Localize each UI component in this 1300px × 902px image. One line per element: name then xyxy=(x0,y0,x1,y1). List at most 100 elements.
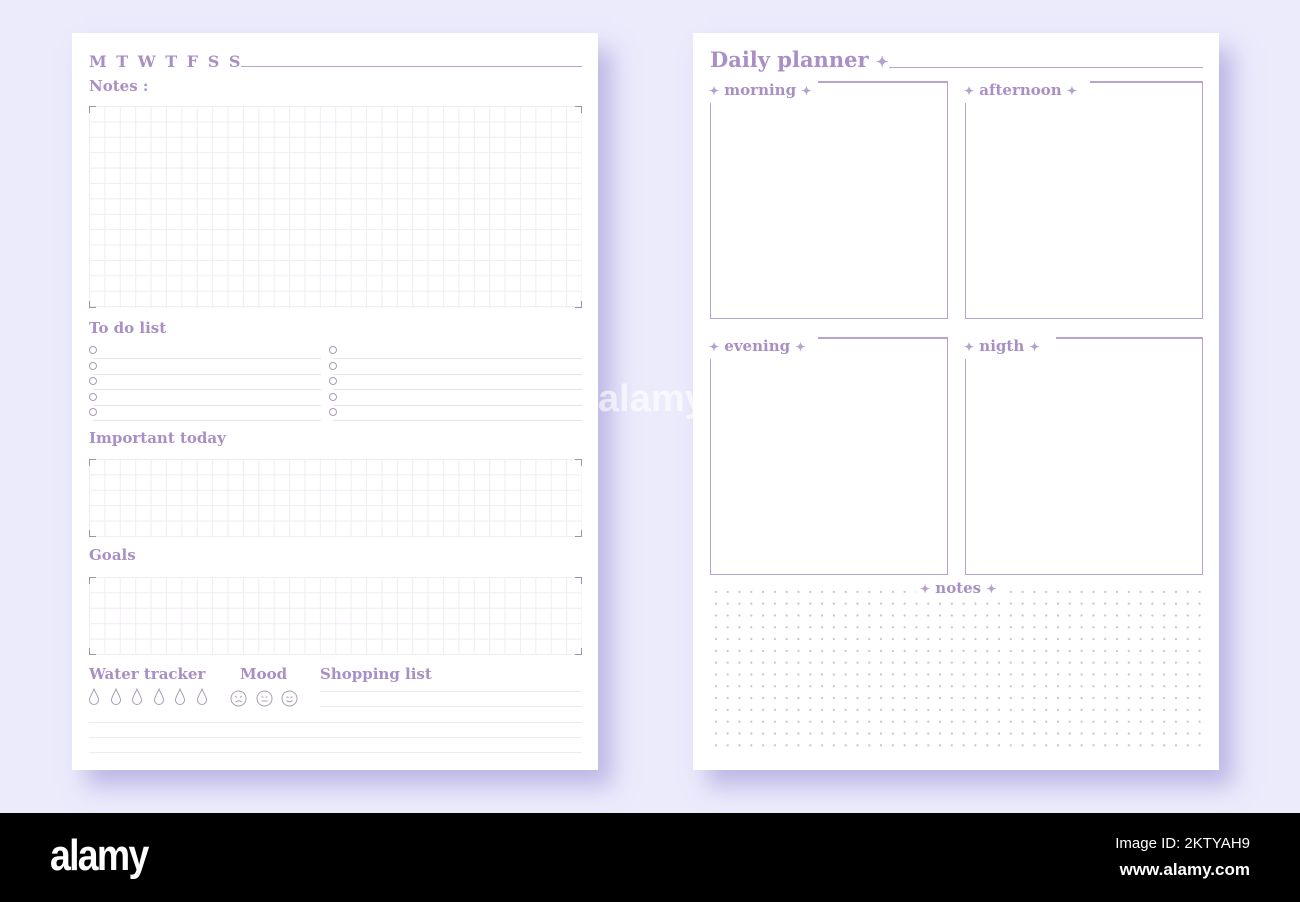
todo-item[interactable] xyxy=(329,406,582,421)
section-box-evening[interactable] xyxy=(710,359,948,575)
todo-item[interactable] xyxy=(89,375,321,390)
happy-face-icon[interactable] xyxy=(281,690,298,707)
corner-mark xyxy=(575,577,582,584)
site-url: www.alamy.com xyxy=(1119,860,1250,879)
left-planner-page: M T W T F S S Notes : To do list Importa… xyxy=(72,33,598,770)
mood-heading: Mood xyxy=(240,665,288,683)
section-top-rule xyxy=(818,81,948,83)
corner-mark xyxy=(89,106,96,113)
sparkle-icon: ✦ xyxy=(875,53,889,71)
section-top-rule xyxy=(1056,337,1203,339)
todo-item[interactable] xyxy=(329,391,582,406)
checkbox-circle-icon[interactable] xyxy=(89,346,97,354)
shopping-line[interactable] xyxy=(320,691,582,692)
water-drop-icon[interactable] xyxy=(174,688,186,706)
shopping-line[interactable] xyxy=(89,722,582,723)
goals-grid[interactable] xyxy=(89,577,582,655)
sparkle-icon: ✦ xyxy=(709,84,720,98)
section-right-edge xyxy=(946,337,948,361)
corner-mark xyxy=(89,577,96,584)
water-drop-icon[interactable] xyxy=(196,688,208,706)
checkbox-circle-icon[interactable] xyxy=(329,346,337,354)
date-line[interactable] xyxy=(241,66,582,67)
notes-grid[interactable] xyxy=(89,106,582,308)
sparkle-icon: ✦ xyxy=(795,340,806,354)
date-line[interactable] xyxy=(889,67,1203,68)
sparkle-icon: ✦ xyxy=(801,84,812,98)
section-top-rule xyxy=(818,337,948,339)
section-right-edge xyxy=(946,81,948,105)
angry-face-icon[interactable] xyxy=(230,690,247,707)
sparkle-icon: ✦ xyxy=(920,582,931,596)
section-label-nigth: ✦ nigth ✦ xyxy=(964,337,1044,355)
notes-section-label: ✦ notes ✦ xyxy=(916,579,1001,597)
important-today-heading: Important today xyxy=(89,429,226,447)
section-label-text: morning xyxy=(724,81,797,99)
todo-item[interactable] xyxy=(89,344,321,359)
sparkle-icon: ✦ xyxy=(964,340,975,354)
checkbox-circle-icon[interactable] xyxy=(329,392,337,401)
stock-footer: alamy Image ID: 2KTYAH9 www.alamy.com xyxy=(0,813,1300,902)
corner-mark xyxy=(575,530,582,537)
section-label-text: afternoon xyxy=(979,81,1062,99)
todo-heading: To do list xyxy=(89,319,167,337)
shopping-line[interactable] xyxy=(89,752,582,753)
neutral-face-icon[interactable] xyxy=(256,690,273,707)
section-box-nigth[interactable] xyxy=(965,359,1203,575)
checkbox-circle-icon[interactable] xyxy=(89,377,97,385)
section-label-evening: ✦ evening ✦ xyxy=(709,337,810,355)
sparkle-icon: ✦ xyxy=(986,582,997,596)
corner-mark xyxy=(575,459,582,466)
corner-mark xyxy=(89,648,96,655)
section-label-morning: ✦ morning ✦ xyxy=(709,81,816,99)
section-label-text: nigth xyxy=(979,337,1025,355)
important-today-grid[interactable] xyxy=(89,459,582,537)
water-tracker-heading: Water tracker xyxy=(89,665,206,683)
todo-item[interactable] xyxy=(89,360,321,375)
todo-line xyxy=(333,420,582,421)
section-right-edge xyxy=(1201,81,1203,105)
water-drop-icon[interactable] xyxy=(131,688,143,706)
checkbox-circle-icon[interactable] xyxy=(329,408,337,416)
todo-item[interactable] xyxy=(329,375,582,390)
daily-planner-title: Daily planner ✦ xyxy=(710,47,888,72)
section-box-afternoon[interactable] xyxy=(965,103,1203,319)
water-drop-icon[interactable] xyxy=(88,688,100,706)
watermark: alamy xyxy=(598,378,706,420)
water-drop-icon[interactable] xyxy=(153,688,165,706)
corner-mark xyxy=(575,648,582,655)
checkbox-circle-icon[interactable] xyxy=(329,377,337,385)
shopping-list-heading: Shopping list xyxy=(320,665,432,683)
water-drop-icon[interactable] xyxy=(110,688,122,706)
shopping-line[interactable] xyxy=(320,706,582,707)
notes-heading: Notes : xyxy=(89,77,149,95)
corner-mark xyxy=(89,459,96,466)
shopping-line[interactable] xyxy=(89,737,582,738)
notes-label-text: notes xyxy=(935,579,982,597)
section-label-text: evening xyxy=(724,337,791,355)
sparkle-icon: ✦ xyxy=(1029,340,1040,354)
weekday-selector[interactable]: M T W T F S S xyxy=(89,52,242,71)
todo-line xyxy=(93,420,321,421)
todo-item[interactable] xyxy=(329,360,582,375)
checkbox-circle-icon[interactable] xyxy=(329,361,337,370)
sparkle-icon: ✦ xyxy=(1066,84,1077,98)
section-top-rule xyxy=(1090,81,1203,83)
section-right-edge xyxy=(1201,337,1203,361)
section-box-morning[interactable] xyxy=(710,103,948,319)
corner-mark xyxy=(575,106,582,113)
sparkle-icon: ✦ xyxy=(709,340,720,354)
notes-dot-grid[interactable] xyxy=(710,586,1205,756)
todo-item[interactable] xyxy=(89,391,321,406)
checkbox-circle-icon[interactable] xyxy=(89,361,97,370)
goals-heading: Goals xyxy=(89,546,136,564)
sparkle-icon: ✦ xyxy=(964,84,975,98)
checkbox-circle-icon[interactable] xyxy=(89,392,97,401)
todo-item[interactable] xyxy=(329,344,582,359)
section-label-afternoon: ✦ afternoon ✦ xyxy=(964,81,1081,99)
image-id: Image ID: 2KTYAH9 xyxy=(1115,835,1250,852)
checkbox-circle-icon[interactable] xyxy=(89,408,97,416)
todo-item[interactable] xyxy=(89,406,321,421)
alamy-logo: alamy xyxy=(50,831,149,880)
corner-mark xyxy=(89,301,96,308)
